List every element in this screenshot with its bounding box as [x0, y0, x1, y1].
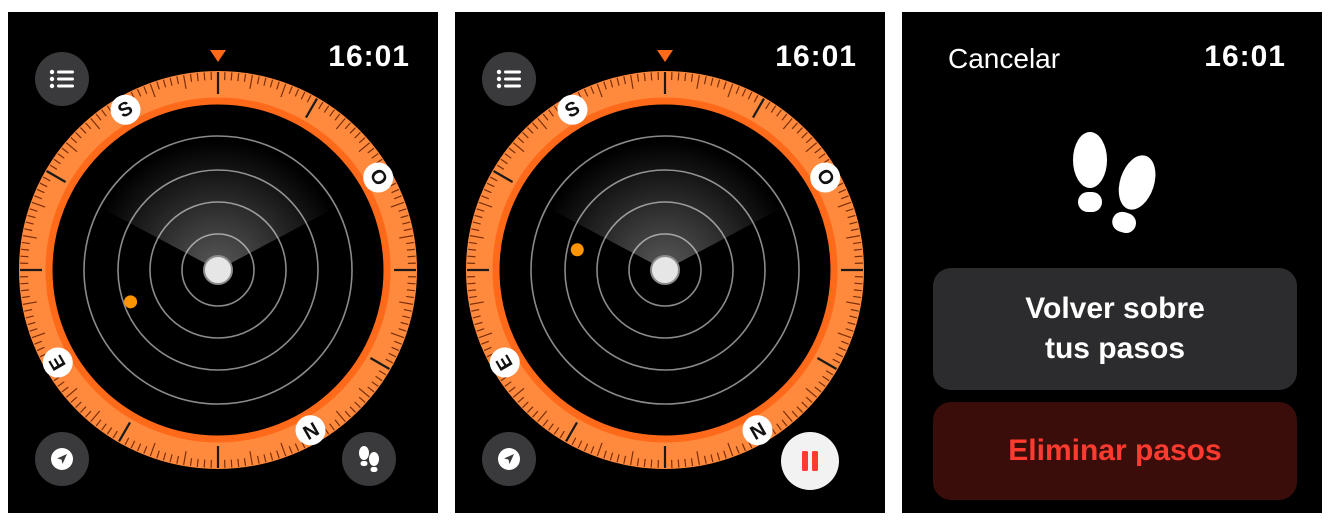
bezel-tick [230, 72, 233, 81]
bezel-tick [407, 255, 416, 258]
retrace-steps-button[interactable]: Volver sobre tus pasos [933, 268, 1297, 390]
user-position-dot [203, 255, 233, 285]
bezel-tick [406, 248, 415, 251]
delete-steps-button[interactable]: Eliminar pasos [933, 402, 1297, 500]
bezel-tick [196, 458, 199, 467]
screenshot-canvas: NESO 16:01 NESO 16:01 Cancelar 16:01 Vol… [0, 0, 1330, 525]
list-icon [496, 69, 521, 89]
pause-recording-button[interactable] [781, 432, 839, 490]
bezel-tick [237, 458, 240, 467]
backtrack-footsteps-button[interactable] [342, 432, 396, 486]
bezel-tick [20, 282, 29, 285]
bezel-tick [643, 458, 646, 467]
bezel-tick [407, 282, 416, 285]
footsteps-icon [359, 446, 379, 472]
bezel-tick [677, 459, 680, 468]
bezel-tick [406, 289, 415, 292]
status-time: 16:01 [1204, 40, 1286, 73]
bezel-tick [196, 73, 199, 82]
bezel-tick [203, 72, 206, 81]
bezel-tick [20, 255, 29, 258]
bezel-tick [237, 73, 240, 82]
current-location-button[interactable] [35, 432, 89, 486]
bezel-tick [853, 289, 862, 292]
bezel-tick [650, 72, 653, 81]
bezel-tick [677, 72, 680, 81]
bezel-tick [853, 248, 862, 251]
bezel-tick [203, 459, 206, 468]
bezel-tick [21, 289, 30, 292]
bezel-tick [468, 289, 477, 292]
bezel-tick [643, 73, 646, 82]
compass-screen-footsteps: NESO 16:01 [8, 12, 438, 513]
cancel-button[interactable]: Cancelar [948, 43, 1060, 75]
bezel-tick [467, 255, 476, 258]
bezel-tick [854, 282, 863, 285]
bezel-tick [854, 255, 863, 258]
heading-indicator-icon [657, 50, 673, 62]
waypoint-marker [570, 243, 584, 257]
retrace-label-line2: tus pasos [1044, 332, 1186, 365]
waypoints-list-button[interactable] [35, 52, 89, 106]
backtrack-options-screen: Cancelar 16:01 Volver sobre tus pasos El… [902, 12, 1322, 513]
bezel-tick [684, 73, 687, 82]
bezel-tick [467, 282, 476, 285]
bezel-tick [230, 459, 233, 468]
waypoint-marker [124, 295, 138, 309]
location-arrow-icon [498, 448, 520, 470]
compass-screen-recording: NESO 16:01 [455, 12, 885, 513]
heading-indicator-icon [210, 50, 226, 62]
user-position-dot [650, 255, 680, 285]
status-time: 16:01 [775, 40, 857, 73]
waypoints-list-button[interactable] [482, 52, 536, 106]
current-location-button[interactable] [482, 432, 536, 486]
bezel-tick [21, 248, 30, 251]
bezel-tick [650, 459, 653, 468]
status-time: 16:01 [328, 40, 410, 73]
bezel-tick [468, 248, 477, 251]
footsteps-icon [1073, 132, 1156, 234]
location-arrow-icon [51, 448, 73, 470]
list-icon [49, 69, 74, 89]
bezel-tick [684, 458, 687, 467]
retrace-label-line1: Volver sobre [1025, 292, 1205, 325]
pause-icon [802, 451, 818, 471]
